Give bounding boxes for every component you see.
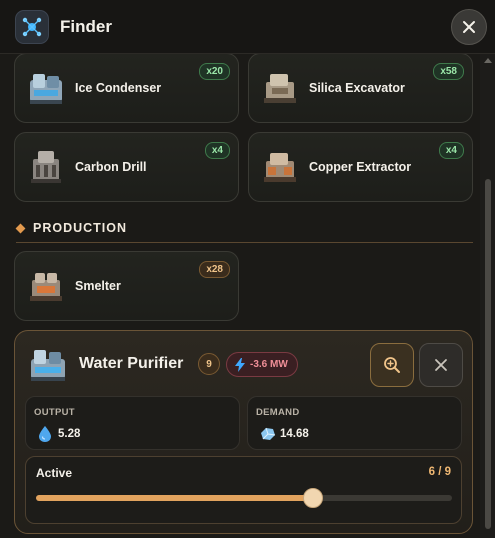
locate-button[interactable] [370, 343, 414, 387]
slider-fill [36, 495, 314, 501]
window-title: Finder [60, 17, 112, 36]
section-title: PRODUCTION [33, 221, 128, 235]
item-card-silica-excavator[interactable]: Silica Excavator x58 [248, 54, 473, 123]
demand-value: 14.68 [280, 428, 309, 440]
carbon-drill-icon [24, 145, 68, 189]
close-icon [435, 359, 447, 371]
selected-building-panel: Water Purifier 9 -3.6 MW OUTPUT 5.28 DEM… [14, 330, 473, 534]
count-badge: x58 [433, 63, 464, 80]
item-card-ice-condenser[interactable]: Ice Condenser x20 [14, 54, 239, 123]
smelter-icon [24, 264, 68, 308]
slider-handle[interactable] [303, 488, 324, 508]
ice-crystal-icon [259, 425, 276, 443]
item-card-copper-extractor[interactable]: Copper Extractor x4 [248, 132, 473, 202]
item-card-carbon-drill[interactable]: Carbon Drill x4 [14, 132, 239, 202]
building-name: Water Purifier [79, 355, 184, 372]
active-slider[interactable] [36, 488, 452, 508]
diamond-icon [15, 223, 26, 234]
count-badge: x4 [204, 142, 230, 159]
ice-condenser-icon [24, 66, 68, 110]
item-name: Ice Condenser [75, 81, 162, 95]
water-purifier-icon [25, 343, 71, 389]
scrollbar-thumb[interactable] [485, 179, 491, 529]
output-label: OUTPUT [34, 407, 75, 418]
scrollbar[interactable] [480, 54, 495, 538]
item-card-smelter[interactable]: Smelter x28 [14, 251, 239, 321]
demand-stat: DEMAND 14.68 [247, 396, 462, 450]
network-node-icon [15, 10, 49, 44]
power-badge: -3.6 MW [226, 352, 298, 377]
demand-label: DEMAND [256, 407, 300, 418]
active-label: Active [36, 466, 73, 480]
scroll-up-arrow-icon[interactable] [484, 58, 492, 63]
silica-excavator-icon [258, 66, 302, 110]
output-stat: OUTPUT 5.28 [25, 396, 240, 450]
active-control: Active 6 / 9 [25, 456, 462, 524]
item-name: Carbon Drill [75, 160, 147, 174]
item-name: Copper Extractor [309, 160, 412, 174]
output-value: 5.28 [58, 428, 81, 440]
title-bar: Finder [0, 0, 495, 54]
close-button[interactable] [451, 9, 487, 45]
water-drop-icon [37, 425, 53, 443]
count-badge: x28 [199, 261, 230, 278]
power-value: -3.6 MW [250, 359, 288, 370]
level-badge: 9 [198, 353, 220, 375]
item-name: Silica Excavator [309, 81, 405, 95]
results-list[interactable]: Ice Condenser x20 Silica Excavator x58 C… [0, 54, 480, 538]
count-badge: x20 [199, 63, 230, 80]
item-name: Smelter [75, 279, 121, 293]
search-zoom-icon [384, 357, 400, 373]
lightning-icon [235, 357, 245, 372]
count-badge: x4 [438, 142, 464, 159]
copper-extractor-icon [258, 145, 302, 189]
close-icon [463, 21, 475, 33]
section-header-production: PRODUCTION [15, 221, 473, 243]
active-count: 6 / 9 [428, 466, 451, 478]
remove-button[interactable] [419, 343, 463, 387]
